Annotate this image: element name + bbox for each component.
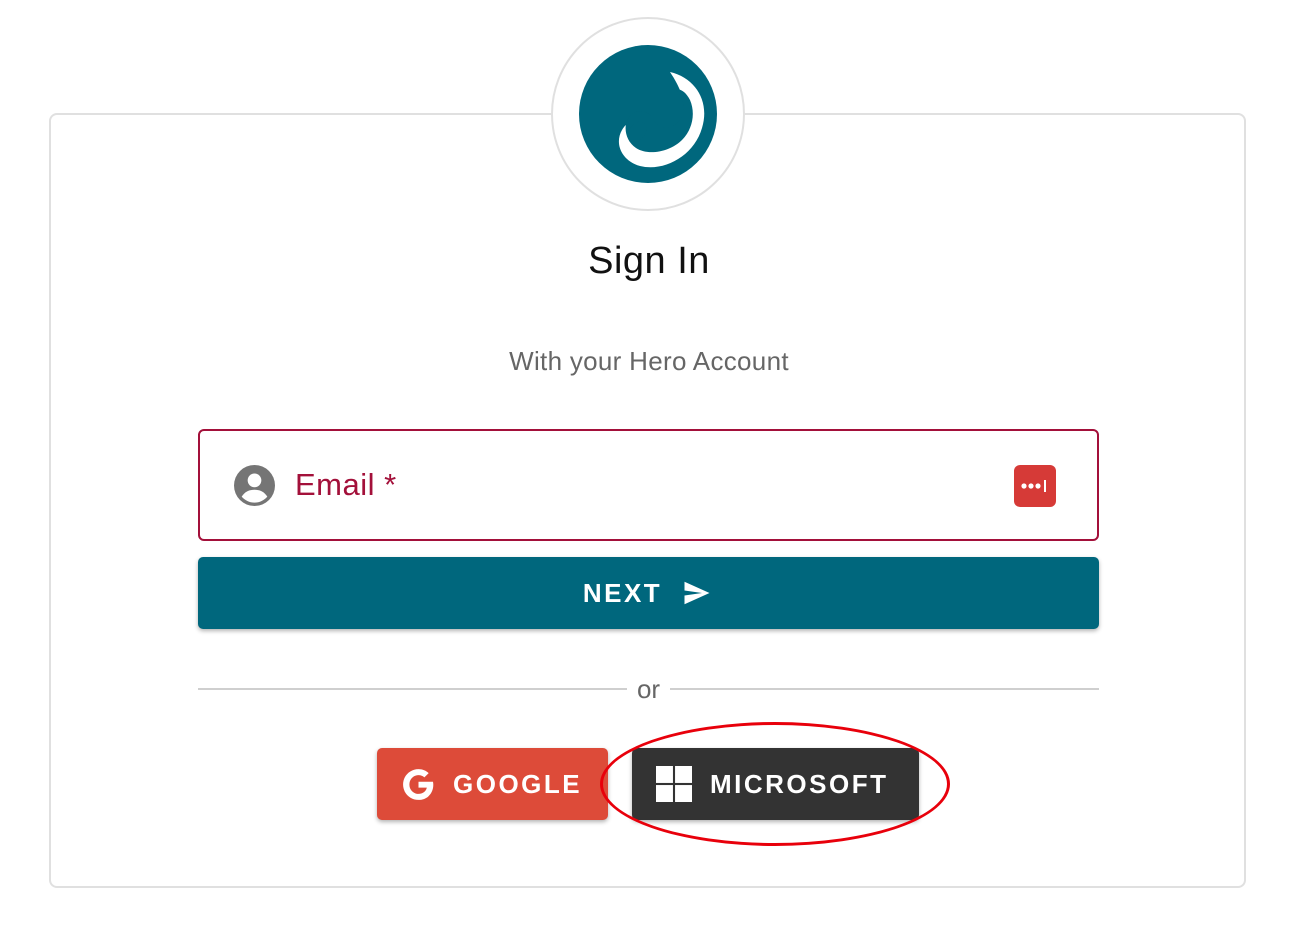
hero-logo-icon xyxy=(579,45,717,183)
divider-text: or xyxy=(636,673,661,704)
email-label: Email * xyxy=(295,467,397,502)
account-circle-icon xyxy=(234,465,275,506)
sign-in-page: Sign In With your Hero Account Email * N… xyxy=(0,0,1298,936)
next-button-label: NEXT xyxy=(582,577,663,608)
logo-container xyxy=(551,17,745,211)
next-button[interactable]: NEXT xyxy=(198,557,1099,629)
divider-line-right xyxy=(670,688,1099,690)
send-icon xyxy=(684,581,710,605)
or-divider: or xyxy=(198,672,1099,706)
page-subtitle: With your Hero Account xyxy=(509,346,789,376)
divider-line-left xyxy=(198,688,627,690)
google-button-label: GOOGLE xyxy=(453,768,583,799)
microsoft-sign-in-button[interactable]: MICROSOFT xyxy=(632,748,919,820)
google-icon xyxy=(403,768,434,800)
windows-icon xyxy=(656,766,692,802)
email-field[interactable]: Email * xyxy=(198,429,1099,541)
password-manager-icon[interactable] xyxy=(1014,465,1056,507)
page-title: Sign In xyxy=(588,240,710,282)
microsoft-button-label: MICROSOFT xyxy=(710,768,889,799)
google-sign-in-button[interactable]: GOOGLE xyxy=(377,748,608,820)
